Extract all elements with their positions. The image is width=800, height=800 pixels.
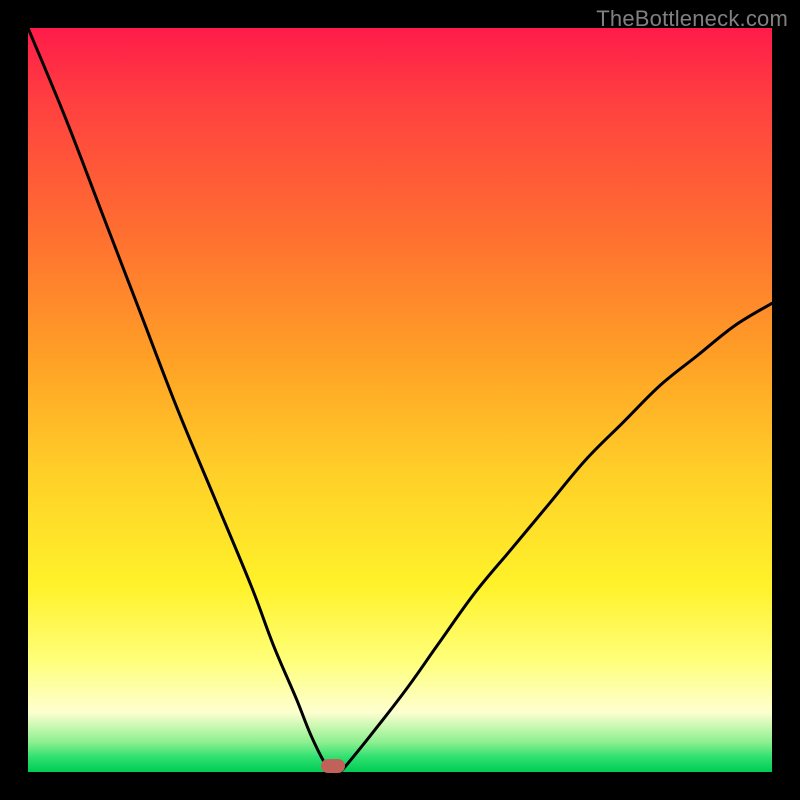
chart-frame: TheBottleneck.com [0, 0, 800, 800]
optimal-marker [321, 759, 345, 773]
plot-area [28, 28, 772, 772]
bottleneck-curve [28, 28, 772, 772]
